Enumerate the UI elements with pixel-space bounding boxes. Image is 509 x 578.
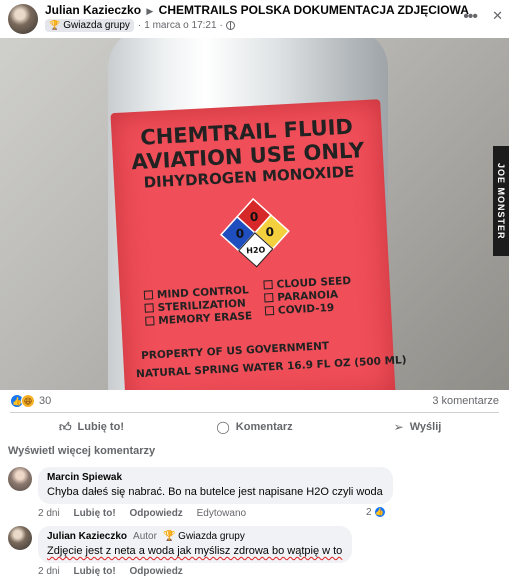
comment-reply-button[interactable]: Odpowiedz: [129, 566, 182, 577]
comment-bubble: Julian Kazieczko Autor 🏆 Gwiazda grupy Z…: [38, 526, 353, 563]
more-options-icon[interactable]: •••: [463, 8, 478, 26]
author-role: Autor: [133, 531, 157, 542]
send-icon: ➢: [393, 420, 404, 434]
author-name[interactable]: Julian Kazieczko: [45, 3, 141, 17]
like-label: Lubię to!: [77, 421, 124, 433]
comment-like-button[interactable]: Lubię to!: [73, 566, 115, 577]
bottle-label: CHEMTRAIL FLUID AVIATION USE ONLY DIHYDR…: [110, 99, 407, 390]
checklist-left: MIND CONTROL STERILIZATION MEMORY ERASE: [144, 284, 253, 329]
share-label: Wyślij: [409, 421, 442, 433]
meta-dot: ·: [219, 20, 223, 31]
comment-author-line: Julian Kazieczko Autor 🏆 Gwiazda grupy: [47, 531, 342, 542]
author-avatar[interactable]: [8, 4, 38, 34]
diamond-bottom-value: H2O: [246, 245, 266, 255]
post-actions: 👍︎ Lubię to! ◯ Komentarz ➢ Wyślij: [10, 412, 499, 436]
post-photo[interactable]: CHEMTRAIL FLUID AVIATION USE ONLY DIHYDR…: [0, 38, 509, 390]
comment-actions: 2 dni Lubię to! Odpowiedz Edytowano: [38, 508, 257, 519]
badge-label: Gwiazda grupy: [63, 20, 130, 31]
watermark: JOE MONSTER: [493, 146, 509, 256]
checklist-right: CLOUD SEED PARANOIA COVID-19: [263, 275, 352, 319]
hazard-diamond-icon: 0 0 0 H2O: [219, 197, 290, 268]
close-icon[interactable]: ✕: [492, 8, 503, 24]
comment-actions: 2 dni Lubię to! Odpowiedz: [38, 566, 194, 577]
comment-badge: 🏆 Gwiazda grupy: [163, 531, 245, 542]
post-title-line: Julian Kazieczko ▶ CHEMTRAILS POLSKA DOK…: [45, 3, 469, 17]
commenter-avatar[interactable]: [8, 526, 32, 550]
comment-icon: ◯: [216, 420, 230, 434]
thumbs-up-icon: 👍︎: [59, 419, 72, 434]
view-more-comments[interactable]: Wyświetl więcej komentarzy: [8, 445, 155, 457]
post-time[interactable]: 1 marca o 17:21: [144, 20, 216, 31]
commenter-avatar[interactable]: [8, 467, 32, 491]
trophy-icon: 🏆: [49, 20, 61, 30]
comment-bubble: Marcin Spiewak Chyba dałeś się nabrać. B…: [38, 467, 393, 504]
comment-author[interactable]: Marcin Spiewak: [47, 472, 383, 483]
group-badge: 🏆 Gwiazda grupy: [45, 19, 134, 32]
comment-text: Chyba dałeś się nabrać. Bo na butelce je…: [47, 486, 383, 498]
trophy-icon: 🏆: [162, 531, 176, 542]
comment-badge-label: Gwiazda grupy: [178, 531, 245, 542]
facebook-post: Julian Kazieczko ▶ CHEMTRAILS POLSKA DOK…: [0, 0, 509, 578]
reactions-summary[interactable]: 👍 😆 30: [10, 394, 51, 408]
comments-count[interactable]: 3 komentarze: [432, 395, 499, 407]
globe-icon: [225, 21, 235, 30]
meta-dot: ·: [137, 20, 142, 31]
comment-label: Komentarz: [235, 421, 293, 433]
post-stats: 👍 😆 30 3 komentarze: [0, 392, 509, 410]
diamond-right-value: 0: [265, 225, 274, 239]
comment-likes-count: 2: [366, 506, 372, 518]
comment-button[interactable]: ◯ Komentarz: [173, 413, 336, 436]
comment-like-button[interactable]: Lubię to!: [73, 508, 115, 519]
comment-text: Zdjęcie jest z neta a woda jak myślisz z…: [47, 545, 343, 557]
share-button[interactable]: ➢ Wyślij: [336, 413, 499, 436]
comment-time[interactable]: 2 dni: [38, 566, 60, 577]
diamond-left-value: 0: [235, 226, 244, 240]
post-meta: 🏆 Gwiazda grupy · 1 marca o 17:21 ·: [45, 19, 235, 32]
comment-reply-button[interactable]: Odpowiedz: [129, 508, 182, 519]
like-button[interactable]: 👍︎ Lubię to!: [10, 413, 173, 436]
group-name[interactable]: CHEMTRAILS POLSKA DOKUMENTACJA ZDJĘCIOWA: [159, 3, 469, 17]
like-reaction-icon: 👍: [373, 506, 386, 518]
comment-likes[interactable]: 2 👍: [366, 506, 386, 518]
haha-reaction-icon: 😆: [21, 394, 35, 408]
diamond-top-value: 0: [250, 210, 259, 224]
comment-edited: Edytowano: [196, 508, 247, 519]
triangle-right-icon: ▶: [146, 6, 154, 16]
comment-author[interactable]: Julian Kazieczko: [47, 531, 127, 542]
reactions-count: 30: [39, 395, 52, 407]
comment-time[interactable]: 2 dni: [38, 508, 60, 519]
post-header: Julian Kazieczko ▶ CHEMTRAILS POLSKA DOK…: [0, 0, 509, 38]
